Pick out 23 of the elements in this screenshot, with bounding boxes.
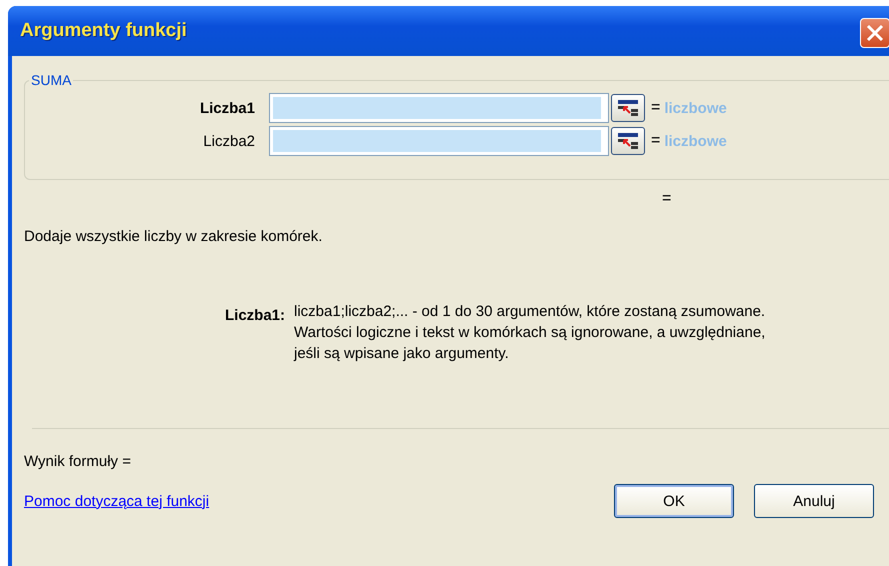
collapse-button[interactable] — [611, 127, 645, 155]
argument-help-text: liczba1;liczba2;... - od 1 do 30 argumentów, które zostaną zsumowane. Wartości logiczne i tekst w komórkach są ignorowane, a uwzględniane, jeśli są wpisane jako argumenty. — [294, 302, 766, 364]
type-hint: liczbowe — [664, 100, 727, 116]
collapse-button[interactable] — [611, 94, 645, 122]
argument-label: Liczba1 — [198, 100, 256, 116]
grid-icon — [617, 99, 639, 117]
argument-field[interactable] — [269, 126, 609, 156]
help-link[interactable]: Pomoc dotycząca tej funkcji — [24, 492, 614, 510]
ok-button[interactable]: OK — [614, 484, 734, 518]
formula-result: Wynik formuły = — [24, 453, 132, 470]
function-description: Dodaje wszystkie liczby w zakresie komórek. — [24, 228, 324, 245]
equals-sign: = — [651, 99, 660, 117]
result-equals: = — [662, 190, 672, 208]
grid-icon — [617, 132, 639, 150]
type-hint: liczbowe — [664, 132, 727, 150]
group-title: SUMA — [30, 72, 72, 88]
equals-sign: = — [651, 132, 660, 150]
close-button[interactable] — [860, 18, 889, 48]
cancel-button[interactable]: Anuluj — [754, 484, 874, 518]
argument-help-label: Liczba1: — [224, 307, 286, 326]
window-title: Argumenty funkcji — [20, 20, 187, 42]
argument-label: Liczba2 — [202, 132, 256, 150]
argument-field[interactable] — [269, 93, 609, 123]
